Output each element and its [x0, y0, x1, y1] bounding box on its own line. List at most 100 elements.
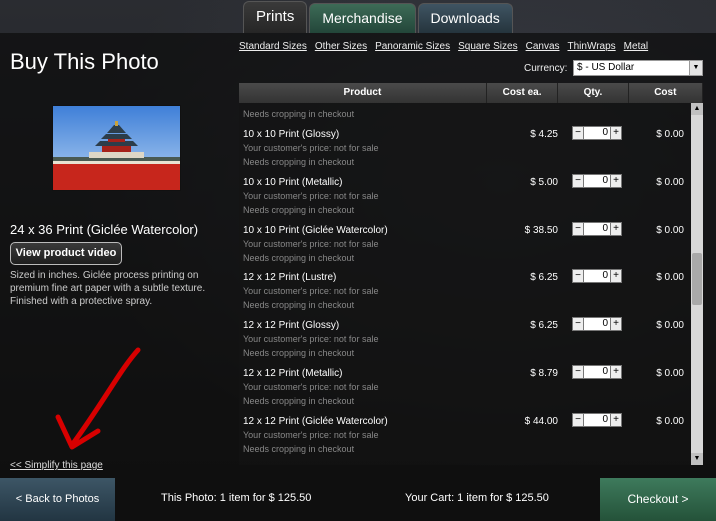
row-product-name: 10 x 10 Print (Metallic) — [243, 177, 343, 188]
plus-icon[interactable]: + — [610, 222, 622, 236]
row-note: Needs cropping in checkout — [243, 109, 355, 119]
row-price: $ 8.79 — [530, 368, 558, 379]
row-price: $ 6.25 — [530, 320, 558, 331]
currency-label: Currency: — [524, 63, 568, 74]
cart-summary: Your Cart: 1 item for $ 125.50 — [405, 492, 549, 504]
minus-icon[interactable]: − — [572, 126, 584, 140]
scroll-down-icon[interactable]: ▼ — [691, 453, 703, 465]
row-total: $ 0.00 — [656, 225, 684, 236]
row-total: $ 0.00 — [656, 416, 684, 427]
minus-icon[interactable]: − — [572, 269, 584, 283]
quantity-input[interactable]: 0 — [584, 317, 610, 331]
row-note: Your customer's price: not for sale — [243, 334, 379, 344]
tab-merchandise[interactable]: Merchandise — [309, 3, 416, 33]
table-row: 12 x 12 Print (Giclée Watercolor) Your c… — [239, 413, 691, 464]
row-price: $ 38.50 — [524, 225, 558, 236]
checkout-button[interactable]: Checkout > — [600, 478, 716, 521]
table-row: 12 x 12 Print (Glossy) Your customer's p… — [239, 317, 691, 368]
page-title: Buy This Photo — [10, 49, 159, 74]
row-note: Your customer's price: not for sale — [243, 239, 379, 249]
scroll-up-icon[interactable]: ▲ — [691, 103, 703, 115]
scrollbar-thumb[interactable] — [692, 253, 702, 305]
quantity-stepper: − 0 + — [572, 269, 622, 283]
row-price: $ 6.25 — [530, 272, 558, 283]
table-row: 10 x 10 Print (Giclée Watercolor) Your c… — [239, 222, 691, 273]
row-total: $ 0.00 — [656, 368, 684, 379]
tab-prints[interactable]: Prints — [243, 1, 308, 33]
link-panoramic-sizes[interactable]: Panoramic Sizes — [375, 41, 450, 52]
row-price: $ 4.25 — [530, 129, 558, 140]
table-row: 12 x 12 Print (Metallic) Your customer's… — [239, 365, 691, 416]
row-note: Needs cropping in checkout — [243, 300, 355, 310]
quantity-stepper: − 0 + — [572, 365, 622, 379]
table-row: 10 x 10 Print (Metallic) Your customer's… — [239, 174, 691, 225]
plus-icon[interactable]: + — [610, 269, 622, 283]
quantity-input[interactable]: 0 — [584, 222, 610, 236]
table-row: Needs cropping in checkout — [239, 103, 691, 119]
quantity-stepper: − 0 + — [572, 413, 622, 427]
link-thinwraps[interactable]: ThinWraps — [568, 41, 616, 52]
this-photo-summary: This Photo: 1 item for $ 125.50 — [161, 492, 312, 504]
size-links: Standard Sizes Other Sizes Panoramic Siz… — [239, 41, 648, 52]
currency-value: $ - US Dollar — [577, 62, 635, 73]
row-product-name: 12 x 12 Print (Giclée Watercolor) — [243, 416, 388, 427]
quantity-input[interactable]: 0 — [584, 269, 610, 283]
row-product-name: 12 x 12 Print (Glossy) — [243, 320, 340, 331]
minus-icon[interactable]: − — [572, 222, 584, 236]
row-product-name: 10 x 10 Print (Glossy) — [243, 129, 340, 140]
quantity-input[interactable]: 0 — [584, 174, 610, 188]
tab-downloads[interactable]: Downloads — [417, 3, 513, 33]
table-row: 10 x 10 Print (Glossy) Your customer's p… — [239, 126, 691, 177]
plus-icon[interactable]: + — [610, 174, 622, 188]
header-cost-each: Cost ea. — [486, 83, 559, 103]
minus-icon[interactable]: − — [572, 317, 584, 331]
table-header: Product Cost ea. Qty. Cost — [239, 83, 703, 103]
plus-icon[interactable]: + — [610, 365, 622, 379]
minus-icon[interactable]: − — [572, 174, 584, 188]
minus-icon[interactable]: − — [572, 413, 584, 427]
quantity-input[interactable]: 0 — [584, 365, 610, 379]
chevron-down-icon[interactable]: ▼ — [689, 61, 702, 75]
simplify-link[interactable]: << Simplify this page — [10, 460, 103, 471]
minus-icon[interactable]: − — [572, 365, 584, 379]
product-name: 24 x 36 Print (Giclée Watercolor) — [10, 222, 199, 237]
link-square-sizes[interactable]: Square Sizes — [458, 41, 517, 52]
header-product: Product — [239, 83, 487, 103]
row-product-name: 12 x 12 Print (Metallic) — [243, 368, 343, 379]
quantity-stepper: − 0 + — [572, 222, 622, 236]
product-description: Sized in inches. Giclée process printing… — [10, 270, 206, 307]
link-other-sizes[interactable]: Other Sizes — [315, 41, 367, 52]
row-product-name: 12 x 12 Print (Lustre) — [243, 272, 337, 283]
row-note: Your customer's price: not for sale — [243, 143, 379, 153]
view-video-button[interactable]: View product video — [10, 242, 122, 265]
row-note: Needs cropping in checkout — [243, 157, 355, 167]
red-arrow-annotation — [55, 347, 141, 450]
photo-thumbnail — [52, 105, 181, 191]
currency-select[interactable]: $ - US Dollar ▼ — [573, 60, 703, 76]
row-product-name: 10 x 10 Print (Giclée Watercolor) — [243, 225, 388, 236]
quantity-stepper: − 0 + — [572, 126, 622, 140]
quantity-stepper: − 0 + — [572, 317, 622, 331]
link-canvas[interactable]: Canvas — [526, 41, 560, 52]
plus-icon[interactable]: + — [610, 317, 622, 331]
plus-icon[interactable]: + — [610, 126, 622, 140]
table-scrollbar[interactable]: ▲ ▼ — [691, 103, 703, 465]
row-total: $ 0.00 — [656, 320, 684, 331]
quantity-stepper: − 0 + — [572, 174, 622, 188]
row-note: Needs cropping in checkout — [243, 205, 355, 215]
row-note: Needs cropping in checkout — [243, 396, 355, 406]
row-note: Your customer's price: not for sale — [243, 430, 379, 440]
quantity-input[interactable]: 0 — [584, 126, 610, 140]
row-note: Your customer's price: not for sale — [243, 191, 379, 201]
row-note: Your customer's price: not for sale — [243, 286, 379, 296]
header-cost: Cost — [628, 83, 703, 103]
product-table: Needs cropping in checkout 10 x 10 Print… — [239, 103, 691, 465]
quantity-input[interactable]: 0 — [584, 413, 610, 427]
table-row: 12 x 12 Print (Lustre) Your customer's p… — [239, 269, 691, 320]
back-to-photos-button[interactable]: < Back to Photos — [0, 478, 115, 521]
link-metal[interactable]: Metal — [624, 41, 648, 52]
row-note: Your customer's price: not for sale — [243, 382, 379, 392]
row-note: Needs cropping in checkout — [243, 348, 355, 358]
plus-icon[interactable]: + — [610, 413, 622, 427]
link-standard-sizes[interactable]: Standard Sizes — [239, 41, 307, 52]
